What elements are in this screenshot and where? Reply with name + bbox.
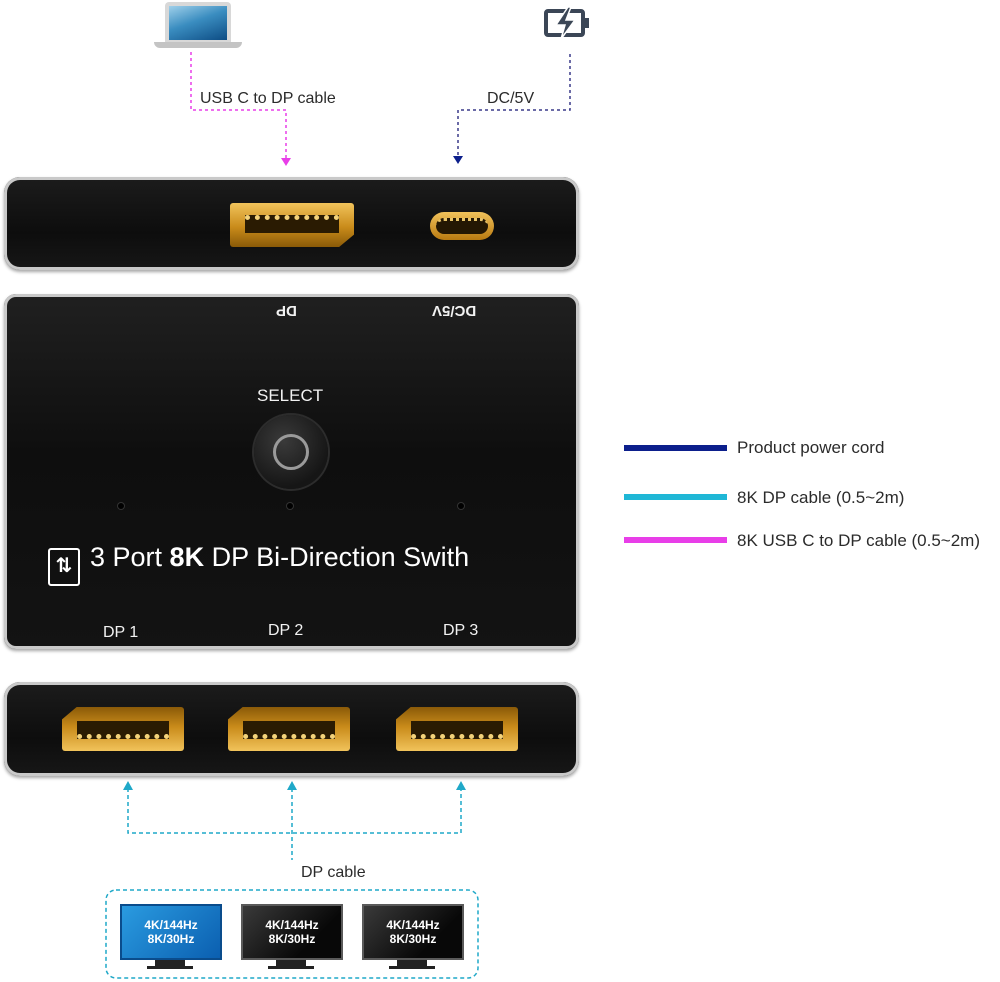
bidirection-arrows-icon: ⇅ <box>48 548 80 586</box>
monitor-screen: 4K/144Hz 8K/30Hz <box>120 904 222 960</box>
monitor-3: 4K/144Hz 8K/30Hz <box>362 904 464 969</box>
dp-cable-label: DP cable <box>301 864 366 881</box>
switch-bottom-panel <box>4 682 579 776</box>
legend-line-usbc <box>624 537 727 543</box>
monitor-spec-1: 4K/144Hz <box>386 918 440 932</box>
legend-label-dp: 8K DP cable (0.5~2m) <box>737 488 905 507</box>
led-indicator-1 <box>118 503 124 509</box>
title-part-2: DP Bi-Direction Swith <box>204 542 470 572</box>
monitor-base <box>389 966 435 969</box>
usb-c-power-port <box>430 212 494 240</box>
monitor-base <box>147 966 193 969</box>
switch-top-panel <box>4 177 579 270</box>
monitor-spec-2: 8K/30Hz <box>389 932 437 946</box>
legend-line-power <box>624 445 727 451</box>
monitor-screen: 4K/144Hz 8K/30Hz <box>241 904 343 960</box>
title-part-1: 3 Port <box>90 542 170 572</box>
power-label: DC/5V <box>487 90 535 107</box>
dc-input-label: DC/5V <box>432 302 477 319</box>
monitor-2: 4K/144Hz 8K/30Hz <box>241 904 343 969</box>
dp-port-2 <box>228 707 350 751</box>
product-title: ⇅ 3 Port 8K DP Bi-Direction Swith <box>48 542 469 586</box>
monitor-spec-2: 8K/30Hz <box>147 932 195 946</box>
led-indicator-3 <box>458 503 464 509</box>
monitor-base <box>268 966 314 969</box>
dp-port-1 <box>62 707 184 751</box>
power-ring-icon <box>273 434 309 470</box>
legend-line-dp <box>624 494 727 500</box>
laptop-icon <box>165 2 231 42</box>
dp-port-3 <box>396 707 518 751</box>
legend-label-usbc: 8K USB C to DP cable (0.5~2m) <box>737 531 980 550</box>
monitor-spec-1: 4K/144Hz <box>144 918 198 932</box>
dp-input-port <box>230 203 354 247</box>
laptop-base <box>154 42 242 48</box>
dp-input-label: DP <box>276 302 297 319</box>
monitor-1: 4K/144Hz 8K/30Hz <box>120 904 222 969</box>
port-label-2: DP 2 <box>268 622 304 639</box>
select-label: SELECT <box>257 386 324 405</box>
monitor-spec-1: 4K/144Hz <box>265 918 319 932</box>
port-label-1: DP 1 <box>103 624 139 641</box>
title-bold: 8K <box>169 542 205 572</box>
monitor-screen: 4K/144Hz 8K/30Hz <box>362 904 464 960</box>
port-label-3: DP 3 <box>443 622 479 639</box>
usb-c-cable-label: USB C to DP cable <box>200 90 336 107</box>
led-indicator-2 <box>287 503 293 509</box>
legend-label-power: Product power cord <box>737 438 885 457</box>
battery-charging-icon <box>544 6 589 40</box>
monitor-spec-2: 8K/30Hz <box>268 932 316 946</box>
